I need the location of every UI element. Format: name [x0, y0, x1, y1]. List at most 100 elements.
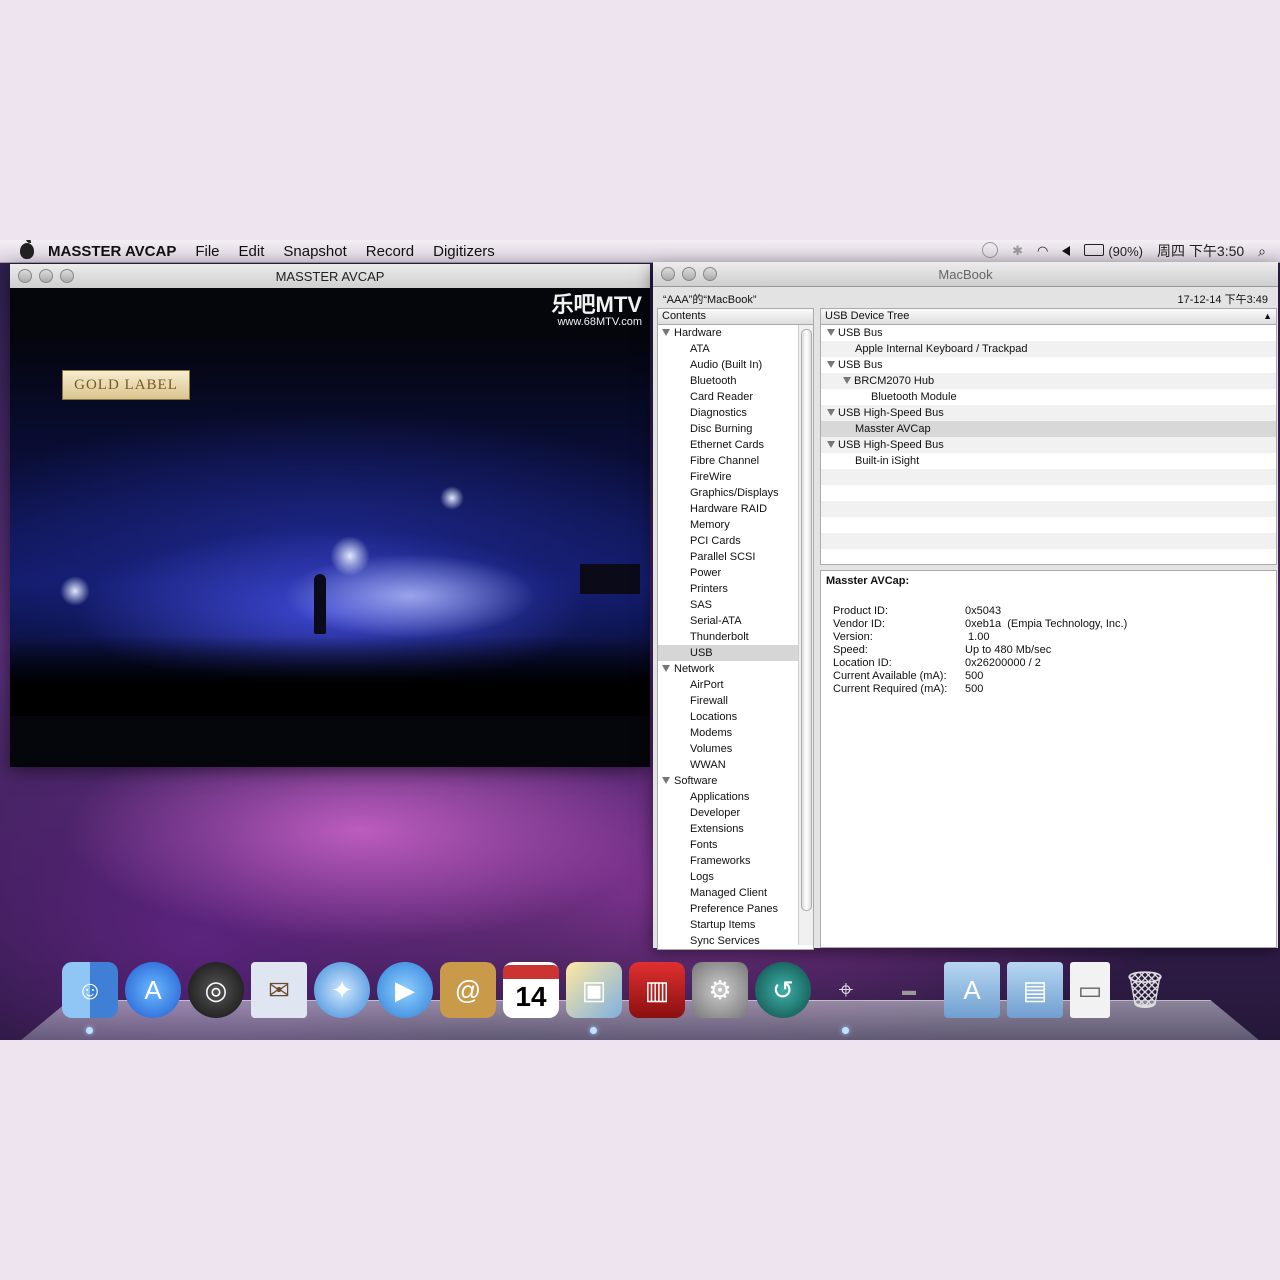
sidebar-item[interactable]: Fibre Channel: [658, 453, 813, 469]
masster-avcap-icon[interactable]: ⌖: [818, 962, 874, 1034]
audience-silhouette: [10, 636, 650, 716]
tree-row[interactable]: BRCM2070 Hub: [821, 373, 1276, 389]
tree-row-empty: [821, 533, 1276, 549]
minimize-button[interactable]: [39, 269, 53, 283]
menu-file[interactable]: File: [195, 243, 219, 260]
sidebar-item[interactable]: Developer: [658, 805, 813, 821]
sidebar-item[interactable]: Disc Burning: [658, 421, 813, 437]
tree-row[interactable]: Apple Internal Keyboard / Trackpad: [821, 341, 1276, 357]
trash-icon[interactable]: 🗑: [1117, 962, 1173, 1018]
sidebar-item[interactable]: Power: [658, 565, 813, 581]
ichat-icon[interactable]: ▶: [377, 962, 433, 1018]
applications-folder-icon[interactable]: A: [944, 962, 1000, 1018]
machine-name: “AAA”的“MacBook”: [663, 294, 757, 306]
mail-icon[interactable]: ✉: [251, 962, 307, 1018]
sidebar-item[interactable]: FireWire: [658, 469, 813, 485]
photo-booth-icon[interactable]: ▥: [629, 962, 685, 1018]
tree-row[interactable]: USB High-Speed Bus: [821, 405, 1276, 421]
sidebar-item[interactable]: Serial-ATA: [658, 613, 813, 629]
system-preferences-icon[interactable]: ⚙: [692, 962, 748, 1018]
address-book-icon[interactable]: @: [440, 962, 496, 1018]
ical-icon[interactable]: 14: [503, 962, 559, 1018]
sidebar-item[interactable]: Fonts: [658, 837, 813, 853]
sidebar-item[interactable]: Firewall: [658, 693, 813, 709]
sidebar-item[interactable]: Volumes: [658, 741, 813, 757]
volume-icon[interactable]: [1062, 244, 1071, 259]
sidebar-item[interactable]: Printers: [658, 581, 813, 597]
sidebar-category[interactable]: Hardware: [658, 325, 813, 341]
tree-row[interactable]: Built-in iSight: [821, 453, 1276, 469]
wifi-icon[interactable]: ◠: [1037, 243, 1048, 259]
tree-row-selected[interactable]: Masster AVCap: [821, 421, 1276, 437]
sidebar-item[interactable]: Audio (Built In): [658, 357, 813, 373]
sidebar-item[interactable]: Preference Panes: [658, 901, 813, 917]
tree-row-empty: [821, 469, 1276, 485]
sidebar-item[interactable]: Parallel SCSI: [658, 549, 813, 565]
scrollbar-thumb[interactable]: [801, 329, 812, 911]
sidebar-item[interactable]: AirPort: [658, 677, 813, 693]
sidebar-scrollbar[interactable]: [798, 325, 813, 945]
apple-menu-icon[interactable]: [20, 240, 34, 259]
menu-record[interactable]: Record: [366, 243, 414, 260]
sidebar-item[interactable]: Graphics/Displays: [658, 485, 813, 501]
video-window-titlebar[interactable]: MASSTER AVCAP: [10, 264, 650, 289]
dashboard-icon[interactable]: ◎: [188, 962, 244, 1018]
sidebar-item[interactable]: WWAN: [658, 757, 813, 773]
sidebar-item[interactable]: Ethernet Cards: [658, 437, 813, 453]
tree-row[interactable]: USB High-Speed Bus: [821, 437, 1276, 453]
sidebar-item[interactable]: Logs: [658, 869, 813, 885]
documents-folder-icon[interactable]: ▤: [1007, 962, 1063, 1018]
sidebar-item[interactable]: SAS: [658, 597, 813, 613]
sidebar-item[interactable]: Memory: [658, 517, 813, 533]
profiler-titlebar[interactable]: MacBook: [653, 262, 1278, 287]
spotlight-search-icon[interactable]: ⌕: [1258, 243, 1266, 260]
minimize-button[interactable]: [682, 267, 696, 281]
sidebar-item[interactable]: Locations: [658, 709, 813, 725]
contents-header[interactable]: Contents: [658, 309, 813, 325]
battery-icon[interactable]: [1084, 243, 1105, 259]
finder-icon[interactable]: ☺: [62, 962, 118, 1034]
tree-row-empty: [821, 501, 1276, 517]
video-preview[interactable]: 乐吧MTV www.68MTV.com GOLD LABEL: [10, 288, 650, 767]
sidebar-item[interactable]: Modems: [658, 725, 813, 741]
sidebar-category[interactable]: Software: [658, 773, 813, 789]
iphoto-icon[interactable]: ▣: [566, 962, 622, 1034]
sidebar-item[interactable]: Diagnostics: [658, 405, 813, 421]
bluetooth-icon[interactable]: ✱: [1012, 243, 1023, 259]
tree-row[interactable]: Bluetooth Module: [821, 389, 1276, 405]
app-store-icon[interactable]: A: [125, 962, 181, 1018]
close-button[interactable]: [661, 267, 675, 281]
sidebar-item[interactable]: Sync Services: [658, 933, 813, 949]
sidebar-item[interactable]: Thunderbolt: [658, 629, 813, 645]
sidebar-item[interactable]: ATA: [658, 341, 813, 357]
zoom-button[interactable]: [60, 269, 74, 283]
app-menu[interactable]: MASSTER AVCAP: [48, 243, 176, 260]
zoom-button[interactable]: [703, 267, 717, 281]
menu-edit[interactable]: Edit: [239, 243, 265, 260]
sidebar-item[interactable]: Managed Client: [658, 885, 813, 901]
masster-logo-icon[interactable]: ▬: [881, 962, 937, 1018]
time-machine-icon[interactable]: ↺: [755, 962, 811, 1018]
sidebar-item[interactable]: Bluetooth: [658, 373, 813, 389]
safari-icon[interactable]: ✦: [314, 962, 370, 1018]
sidebar-item[interactable]: Hardware RAID: [658, 501, 813, 517]
sidebar-item[interactable]: Card Reader: [658, 389, 813, 405]
report-datetime: 17-12-14 下午3:49: [1177, 294, 1269, 306]
sidebar-category[interactable]: Network: [658, 661, 813, 677]
disk-image-icon[interactable]: ▭: [1070, 962, 1110, 1018]
sidebar-item[interactable]: Applications: [658, 789, 813, 805]
tree-header[interactable]: USB Device Tree ▲: [821, 309, 1276, 325]
menu-clock[interactable]: 周四 下午3:50: [1157, 241, 1244, 261]
sidebar-item[interactable]: PCI Cards: [658, 533, 813, 549]
menu-digitizers[interactable]: Digitizers: [433, 243, 495, 260]
sidebar-item[interactable]: Startup Items: [658, 917, 813, 933]
time-machine-icon[interactable]: [982, 241, 999, 261]
tree-row[interactable]: USB Bus: [821, 357, 1276, 373]
menu-snapshot[interactable]: Snapshot: [283, 243, 346, 260]
close-button[interactable]: [18, 269, 32, 283]
sidebar-item[interactable]: Extensions: [658, 821, 813, 837]
sidebar-item[interactable]: Frameworks: [658, 853, 813, 869]
sidebar-item-selected[interactable]: USB: [658, 645, 813, 661]
tree-row[interactable]: USB Bus: [821, 325, 1276, 341]
battery-percent: (90%): [1108, 243, 1144, 259]
